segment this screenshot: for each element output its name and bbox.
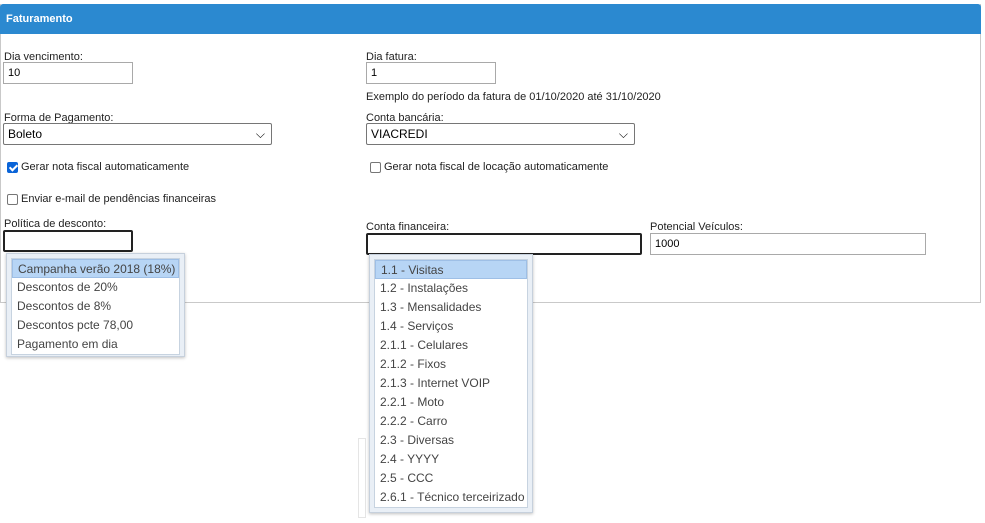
account-option[interactable]: 1.2 - Instalações — [375, 279, 527, 298]
panel-title: Faturamento — [0, 4, 981, 34]
dia-vencimento-input[interactable] — [3, 62, 133, 84]
forma-pagamento-select[interactable]: Boleto ⌵ — [3, 123, 272, 145]
gerar-nota-label: Gerar nota fiscal automaticamente — [21, 161, 190, 173]
dia-fatura-input[interactable] — [366, 62, 496, 84]
politica-desconto-input[interactable] — [3, 230, 133, 252]
discount-option[interactable]: Campanha verão 2018 (18%) — [12, 259, 179, 278]
conta-financeira-input[interactable] — [366, 233, 642, 255]
discount-dropdown: Campanha verão 2018 (18%) Descontos de 20… — [6, 253, 185, 357]
background-fragment — [358, 438, 366, 518]
forma-pagamento-value: Boleto — [8, 127, 43, 141]
account-option[interactable]: 2.6.1 - Técnico terceirizado — [375, 488, 527, 507]
check-icon[interactable] — [7, 161, 18, 173]
gerar-nota-locacao-label: Gerar nota fiscal de locação automaticam… — [384, 161, 609, 173]
account-dropdown: 1.1 - Visitas 1.2 - Instalações 1.3 - Mens… — [369, 254, 533, 513]
account-options-list: 1.1 - Visitas 1.2 - Instalações 1.3 - Mens… — [374, 259, 528, 508]
account-option[interactable]: 1.1 - Visitas — [375, 260, 527, 279]
chevron-down-icon: ⌵ — [618, 127, 628, 141]
account-option[interactable]: 2.2.1 - Moto — [375, 393, 527, 412]
gerar-nota-checkbox[interactable]: Gerar nota fiscal automaticamente — [7, 161, 189, 173]
account-option[interactable]: 2.4 - YYYY — [375, 450, 527, 469]
account-option[interactable]: 1.4 - Serviços — [375, 317, 527, 336]
potencial-veiculos-input[interactable] — [650, 233, 926, 255]
account-option[interactable]: 1.3 - Mensalidades — [375, 298, 527, 317]
period-example-text: Exemplo do período da fatura de 01/10/20… — [366, 91, 661, 103]
discount-option[interactable]: Pagamento em dia — [12, 335, 179, 354]
gerar-nota-locacao-checkbox[interactable]: Gerar nota fiscal de locação automaticam… — [370, 161, 608, 173]
conta-bancaria-select[interactable]: VIACREDI ⌵ — [366, 123, 635, 145]
potencial-veiculos-label: Potencial Veículos: — [650, 221, 743, 233]
enviar-email-checkbox[interactable]: Enviar e-mail de pendências financeiras — [7, 193, 216, 205]
conta-financeira-label: Conta financeira: — [366, 221, 450, 233]
checkbox-icon[interactable] — [7, 193, 18, 205]
account-option[interactable]: 2.1.1 - Celulares — [375, 336, 527, 355]
account-option[interactable]: 2.5 - CCC — [375, 469, 527, 488]
conta-bancaria-value: VIACREDI — [371, 127, 428, 141]
discount-option[interactable]: Descontos de 8% — [12, 297, 179, 316]
politica-desconto-label: Política de desconto: — [4, 218, 107, 230]
checkbox-icon[interactable] — [370, 161, 381, 173]
discount-option[interactable]: Descontos de 20% — [12, 278, 179, 297]
account-option[interactable]: 2.1.3 - Internet VOIP — [375, 374, 527, 393]
enviar-email-label: Enviar e-mail de pendências financeiras — [21, 193, 217, 205]
discount-options-list: Campanha verão 2018 (18%) Descontos de 20… — [11, 258, 180, 355]
account-option[interactable]: 2.2.2 - Carro — [375, 412, 527, 431]
discount-option[interactable]: Descontos pcte 78,00 — [12, 316, 179, 335]
chevron-down-icon: ⌵ — [255, 127, 265, 141]
account-option[interactable]: 2.3 - Diversas — [375, 431, 527, 450]
account-option[interactable]: 2.1.2 - Fixos — [375, 355, 527, 374]
